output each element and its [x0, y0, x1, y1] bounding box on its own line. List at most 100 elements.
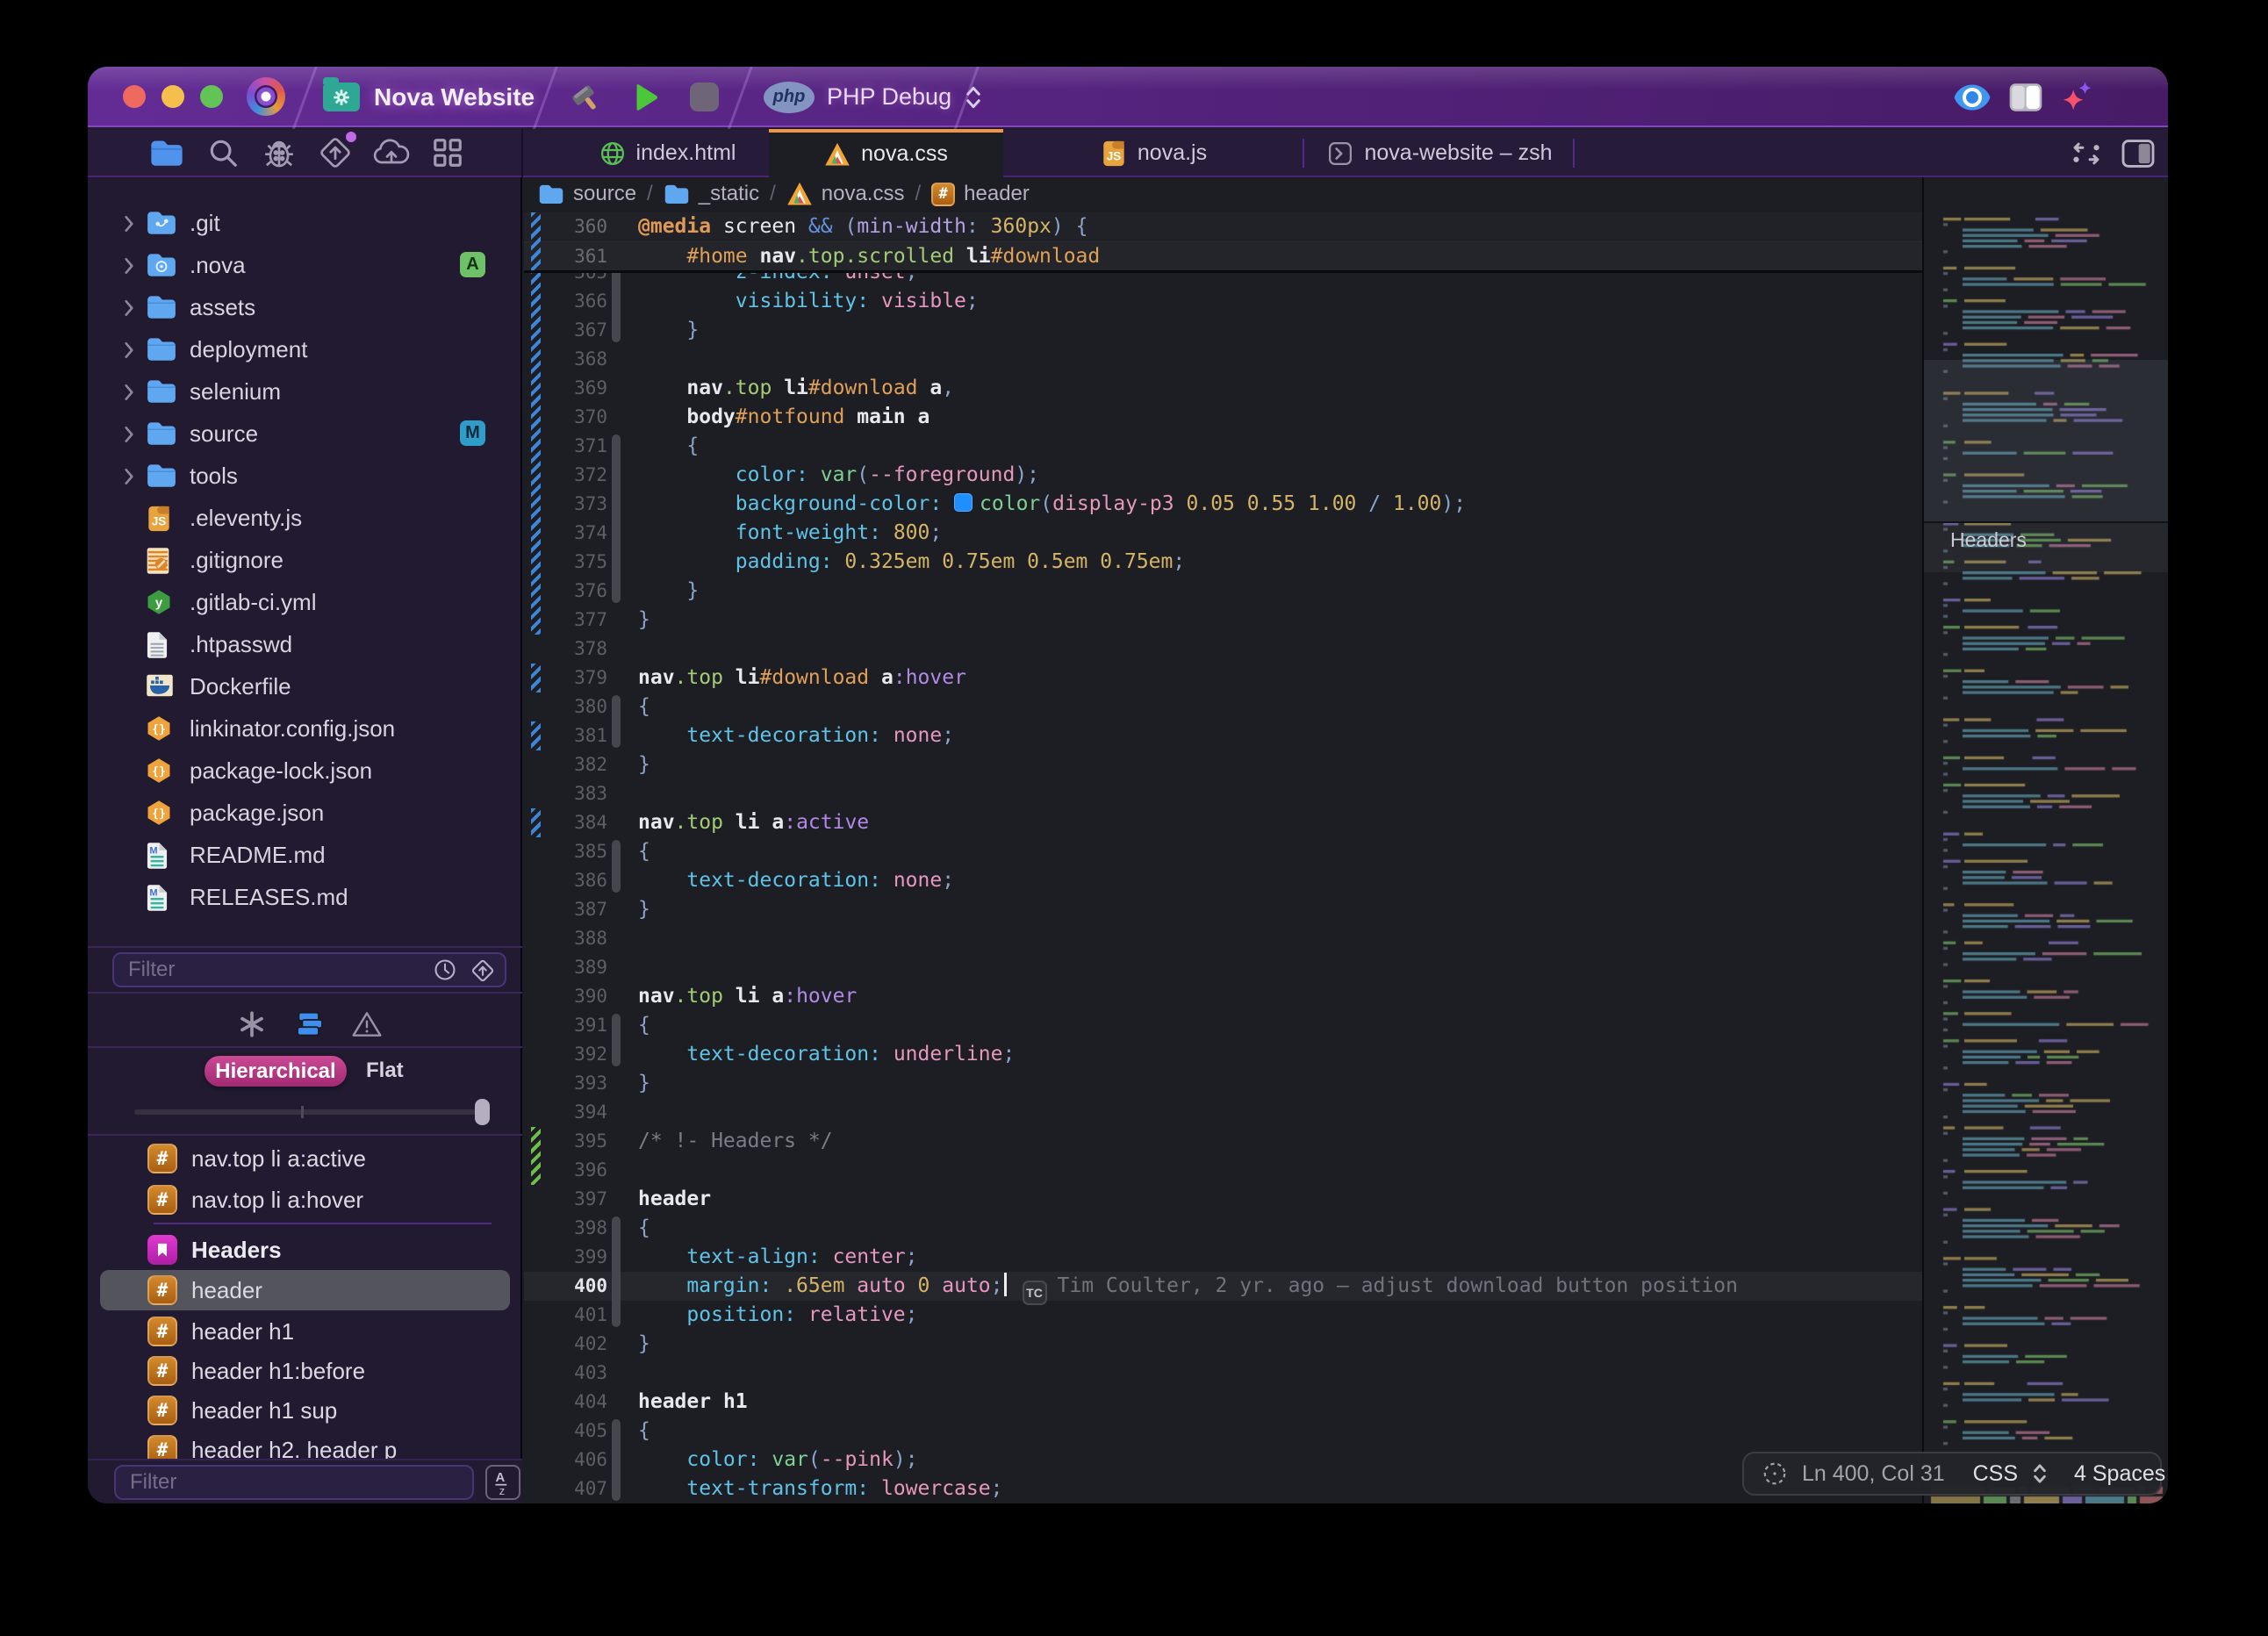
symbol-item-header-h1-sup[interactable]: # header h1 sup [100, 1390, 510, 1431]
preview-eye-icon[interactable] [1952, 83, 1992, 111]
sort-alphabetical-icon[interactable]: Az [485, 1465, 520, 1500]
code-line-391[interactable]: 391 { [524, 1011, 1922, 1040]
chevron-right-icon[interactable] [123, 467, 135, 486]
ai-sparkles-icon[interactable] [2059, 81, 2094, 114]
minimize-window-button[interactable] [161, 85, 184, 108]
sidebar-tool-extensions-grid[interactable] [428, 133, 467, 172]
code-line-366[interactable]: 366 visibility: visible; [524, 287, 1922, 316]
code-line-375[interactable]: 375 padding: 0.325em 0.75em 0.5em 0.75em… [524, 548, 1922, 577]
code-line-403[interactable]: 403 [524, 1359, 1922, 1388]
code-line-395[interactable]: 395/* !- Headers */ [524, 1127, 1922, 1156]
code-line-396[interactable]: 396 [524, 1156, 1922, 1185]
code-line-372[interactable]: 372 color: var(--foreground); [524, 461, 1922, 490]
code-line-399[interactable]: 399 text-align: center; [524, 1243, 1922, 1272]
sticky-context-lines[interactable]: 360 @media screen && (min-width: 360px) {… [524, 212, 1922, 273]
depth-slider-thumb[interactable] [475, 1099, 490, 1125]
tab-nova.js[interactable]: JS nova.js [1003, 129, 1304, 177]
symbols-filter-input[interactable] [114, 1465, 474, 1500]
code-line-393[interactable]: 393} [524, 1069, 1922, 1098]
cursor-position[interactable]: Ln 400, Col 31 [1802, 1461, 1945, 1487]
code-line-381[interactable]: 381 text-decoration: none; [524, 721, 1922, 750]
code-line-385[interactable]: 385 { [524, 837, 1922, 866]
file-tree-item-linkinator.config.json[interactable]: {} linkinator.config.json [88, 707, 522, 750]
file-tree-item-.gitignore[interactable]: .gitignore [88, 539, 522, 581]
file-tree-item-.gitlab-ci.yml[interactable]: y .gitlab-ci.yml [88, 581, 522, 623]
chevron-right-icon[interactable] [123, 214, 135, 233]
file-tree-item-package.json[interactable]: {} package.json [88, 792, 522, 834]
layout-panel-icon[interactable] [2008, 83, 2043, 112]
minimap[interactable]: Headers [1922, 177, 2168, 1503]
sidebar-tool-files-folder[interactable] [147, 133, 186, 172]
code-line-367[interactable]: 367 } [524, 316, 1922, 345]
segment-asterisk[interactable] [233, 1005, 270, 1044]
build-hammer-icon[interactable] [569, 81, 602, 114]
code-line-397[interactable]: 397 header [524, 1185, 1922, 1214]
code-line-407[interactable]: 407 text-transform: lowercase; [524, 1475, 1922, 1503]
code-line-401[interactable]: 401 position: relative; [524, 1301, 1922, 1330]
file-tree-item-tools[interactable]: tools [88, 455, 522, 497]
file-tree-item-assets[interactable]: assets [88, 286, 522, 328]
run-play-icon[interactable] [632, 83, 660, 112]
code-line-400[interactable]: 400 margin: .65em auto 0 auto; TC Tim Coul… [524, 1272, 1922, 1305]
code-line-389[interactable]: 389 [524, 953, 1922, 982]
file-tree-item-package-lock.json[interactable]: {} package-lock.json [88, 750, 522, 792]
file-tree-item-.nova[interactable]: .nova A [88, 244, 522, 286]
code-line-373[interactable]: 373 background-color: color(display-p3 0… [524, 490, 1922, 519]
code-line-382[interactable]: 382} [524, 750, 1922, 779]
run-configuration-selector[interactable]: php PHP Debug [764, 67, 983, 127]
code-line-376[interactable]: 376 } [524, 577, 1922, 606]
view-mode-hierarchical[interactable]: Hierarchical [205, 1056, 347, 1087]
code-line-386[interactable]: 386 text-decoration: none; [524, 866, 1922, 895]
code-line-398[interactable]: 398 { [524, 1214, 1922, 1243]
project-switcher[interactable]: Nova Website [323, 67, 535, 127]
chevron-right-icon[interactable] [123, 256, 135, 276]
file-tree-item-.git[interactable]: .git [88, 202, 522, 244]
minimap-viewport[interactable] [1924, 360, 2168, 521]
chevron-right-icon[interactable] [123, 383, 135, 402]
sidebar-tool-bug[interactable] [260, 133, 298, 172]
file-tree-item-RELEASES.md[interactable]: M RELEASES.md [88, 876, 522, 918]
file-tree-item-.eleventy.js[interactable]: JS .eleventy.js [88, 497, 522, 539]
sidebar-tool-search[interactable] [204, 133, 242, 172]
chevron-right-icon[interactable] [123, 298, 135, 318]
code-line-378[interactable]: 378 [524, 635, 1922, 664]
sidebar-tool-cloud-upload[interactable] [372, 133, 411, 172]
tab-nova-website-zsh[interactable]: nova-website – zsh [1304, 129, 1575, 177]
code-line-388[interactable]: 388 [524, 924, 1922, 953]
code-line-371[interactable]: 371 { [524, 432, 1922, 461]
symbol-item-Headers[interactable]: Headers [100, 1230, 510, 1270]
code-line-370[interactable]: 370 body#notfound main a [524, 403, 1922, 432]
indentation-selector[interactable]: 4 Spaces [2074, 1461, 2165, 1487]
symbol-item-header[interactable]: # header [100, 1270, 510, 1310]
recent-clock-icon[interactable] [433, 958, 457, 982]
sticky-line-360[interactable]: 360 @media screen && (min-width: 360px) { [524, 212, 1922, 241]
depth-slider-track[interactable] [134, 1109, 485, 1115]
file-tree-item-.htpasswd[interactable]: .htpasswd [88, 623, 522, 665]
tab-nova.css[interactable]: nova.css [769, 129, 1003, 179]
swap-editors-icon[interactable] [2070, 139, 2103, 169]
symbol-item-nav-top-li-a-active[interactable]: # nav.top li a:active [100, 1138, 510, 1179]
code-line-369[interactable]: 369 nav.top li#download a, [524, 374, 1922, 403]
code-line-379[interactable]: 379 nav.top li#download a:hover [524, 664, 1922, 692]
file-tree-item-source[interactable]: source M [88, 413, 522, 455]
language-selector[interactable]: CSS [1973, 1461, 2018, 1487]
chevron-right-icon[interactable] [123, 425, 135, 444]
segment-layers-active[interactable] [291, 1005, 328, 1044]
code-line-380[interactable]: 380 { [524, 692, 1922, 721]
code-line-377[interactable]: 377} [524, 606, 1922, 635]
symbol-item-header-h1-before[interactable]: # header h1:before [100, 1351, 510, 1391]
chevron-right-icon[interactable] [123, 341, 135, 360]
file-tree-item-selenium[interactable]: selenium [88, 370, 522, 413]
code-line-368[interactable]: 368 [524, 345, 1922, 374]
sticky-line-361[interactable]: 361 #home nav.top.scrolled li#download [524, 241, 1922, 270]
code-line-374[interactable]: 374 font-weight: 800; [524, 519, 1922, 548]
code-line-383[interactable]: 383 [524, 779, 1922, 808]
git-filter-icon[interactable] [470, 958, 496, 984]
symbol-item-nav-top-li-a-hover[interactable]: # nav.top li a:hover [100, 1180, 510, 1220]
sidebar-tool-git-diamond[interactable] [316, 132, 356, 172]
code-line-402[interactable]: 402} [524, 1330, 1922, 1359]
code-line-405[interactable]: 405 { [524, 1417, 1922, 1446]
zoom-window-button[interactable] [200, 85, 223, 108]
close-window-button[interactable] [123, 85, 146, 108]
code-line-384[interactable]: 384 nav.top li a:active [524, 808, 1922, 837]
